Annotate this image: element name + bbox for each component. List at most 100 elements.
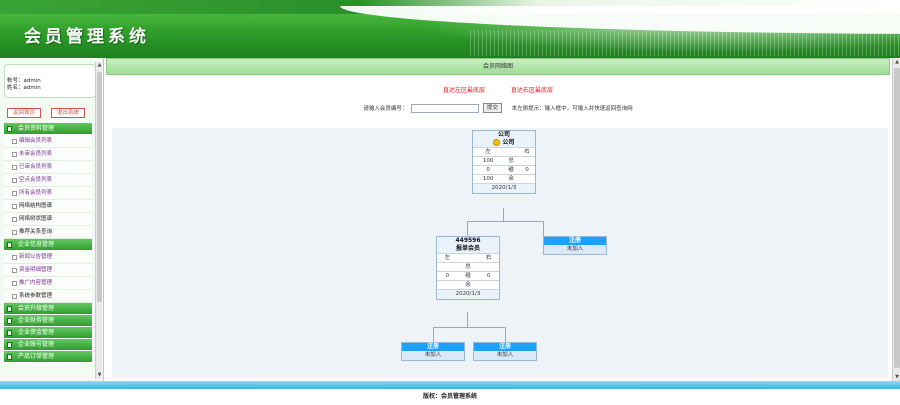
menu-item-label: 编辑会员列表 [19,138,53,144]
page-icon [12,178,17,183]
menu-item-label: 资金明细管理 [19,267,53,273]
menu-item[interactable]: 所有会员列表 [4,187,92,200]
menu-group[interactable]: 企业信息管理 [4,239,92,251]
menu-item[interactable]: 新闻公告管理 [4,251,92,264]
footer-text: 版权：会员管理系统 [422,393,477,400]
menu-group[interactable]: 企业资金管理 [4,327,92,339]
menu-item[interactable]: 已审会员列表 [4,161,92,174]
panel-title: 会员网络图 [106,58,890,75]
menu-item[interactable]: 空点会员列表 [4,174,92,187]
root-node[interactable]: 公司 公司 左右 100 总 0碰0 100 余 2020/1/3 [472,130,536,194]
register-label[interactable]: 注册 [544,237,606,245]
node-stats: 左 右 总 0碰0 余 [437,253,499,289]
menu-item-label: 空点会员列表 [19,177,53,183]
register-label[interactable]: 注册 [474,343,536,351]
folder-icon [7,330,12,336]
network-tree: 公司 公司 左右 100 总 0碰0 100 余 2020/1/3 449596 报… [112,128,888,378]
user-info: 帐号：admin 姓名：admin [4,64,96,98]
not-joined-label: 未加入 [474,351,536,360]
search-hint: 本左侧提示：输入框中，可输入并快速返回查询网 [511,106,633,112]
menu-item[interactable]: 系统参数管理 [4,290,92,303]
menu-item[interactable]: 网络结构图谱 [4,200,92,213]
node-name: 报单会员 [437,245,499,253]
stat-cell: 碰 [457,271,479,281]
tree-line [467,221,468,236]
main-panel: 会员网络图 直达左区最底层 直达右区最底层 请输入会员编号： 提交 本左侧提示：… [106,58,900,381]
node-name: 公司 [502,139,515,146]
menu-group[interactable]: 企业账号管理 [4,339,92,351]
empty-slot[interactable]: 注册 未加入 [401,342,465,361]
menu-group[interactable]: 会员资料管理 [4,123,92,135]
page-icon [12,204,17,209]
page-icon [12,191,17,196]
node-id: 公司 [473,131,535,139]
menu-item-label: 网络结构图谱 [19,203,53,209]
menu-item-label: 系统参数管理 [19,293,53,299]
folder-icon [7,126,12,132]
member-id-input[interactable] [411,103,480,113]
menu-group[interactable]: 产品订单管理 [4,351,92,363]
menu-item-label: 新闻公告管理 [19,254,53,260]
menu-item[interactable]: 推广内容管理 [4,277,92,290]
menu-group-label: 会员资料管理 [18,125,55,132]
smiley-icon [493,139,501,146]
sidebar: 帐号：admin 姓名：admin 返回首页 退出系统 会员资料管理 编辑会员列表… [0,58,104,381]
submit-button[interactable]: 提交 [482,103,502,113]
tree-line [433,327,505,328]
name-value: admin [23,85,41,91]
sidebar-scrollbar[interactable]: ▲ ▼ [95,62,102,379]
left-bottom-link[interactable]: 直达左区最底层 [443,87,485,94]
empty-slot[interactable]: 注册 未加入 [543,236,607,255]
tree-line [543,221,544,236]
right-bottom-link[interactable]: 直达右区最底层 [511,87,553,94]
stat-cell [519,174,535,183]
menu-group[interactable]: 企业财务管理 [4,315,92,327]
menu-group[interactable]: 会员升级管理 [4,303,92,315]
menu-group-label: 企业信息管理 [18,241,55,248]
stat-cell: 总 [457,262,479,272]
not-joined-label: 未加入 [544,245,606,254]
home-button[interactable]: 返回首页 [7,108,41,118]
page-icon [12,139,17,144]
stat-cell: 碰 [503,165,520,175]
empty-slot[interactable]: 注册 未加入 [473,342,537,361]
menu-item[interactable]: 资金明细管理 [4,264,92,277]
page-icon [12,230,17,235]
menu-group-label: 企业账号管理 [18,341,55,348]
not-joined-label: 未加入 [402,351,464,360]
page-icon [12,165,17,170]
scroll-down-icon[interactable]: ▼ [96,372,103,379]
menu-item-label: 未审会员列表 [19,151,53,157]
stat-cell: 100 [473,174,504,183]
node-stats: 左右 100 总 0碰0 100 余 [473,147,535,183]
right-label: 右 [519,147,535,157]
node-date: 2020/1/3 [437,289,499,299]
menu-item[interactable]: 未审会员列表 [4,148,92,161]
stat-cell: 总 [503,156,520,166]
scroll-up-icon[interactable]: ▲ [96,62,103,69]
main-scroll-thumb[interactable] [894,68,900,368]
stat-cell: 0 [437,271,458,281]
logout-button[interactable]: 退出系统 [51,108,85,118]
footer-bar [0,381,900,389]
child-node[interactable]: 449596 报单会员 左 右 总 0碰0 余 2020/1/3 [436,236,500,300]
menu-item[interactable]: 编辑会员列表 [4,135,92,148]
sidebar-scroll-thumb[interactable] [97,72,102,302]
tree-line [503,208,504,221]
scroll-down-icon[interactable]: ▼ [893,373,900,381]
stat-cell [519,156,535,166]
right-label: 右 [478,253,499,263]
scroll-up-icon[interactable]: ▲ [893,58,900,66]
stat-cell: 0 [519,165,535,175]
main-scrollbar[interactable]: ▲ ▼ [892,58,900,381]
menu-group-label: 产品订单管理 [18,353,55,360]
header-pattern [470,30,900,56]
tree-line [467,221,543,222]
folder-icon [7,342,12,348]
menu-item[interactable]: 推荐关系查询 [4,226,92,239]
page-icon [12,281,17,286]
account-row: 帐号：admin [5,78,95,85]
register-label[interactable]: 注册 [402,343,464,351]
menu-item[interactable]: 网络树状图谱 [4,213,92,226]
app-title: 会员管理系统 [24,27,150,47]
